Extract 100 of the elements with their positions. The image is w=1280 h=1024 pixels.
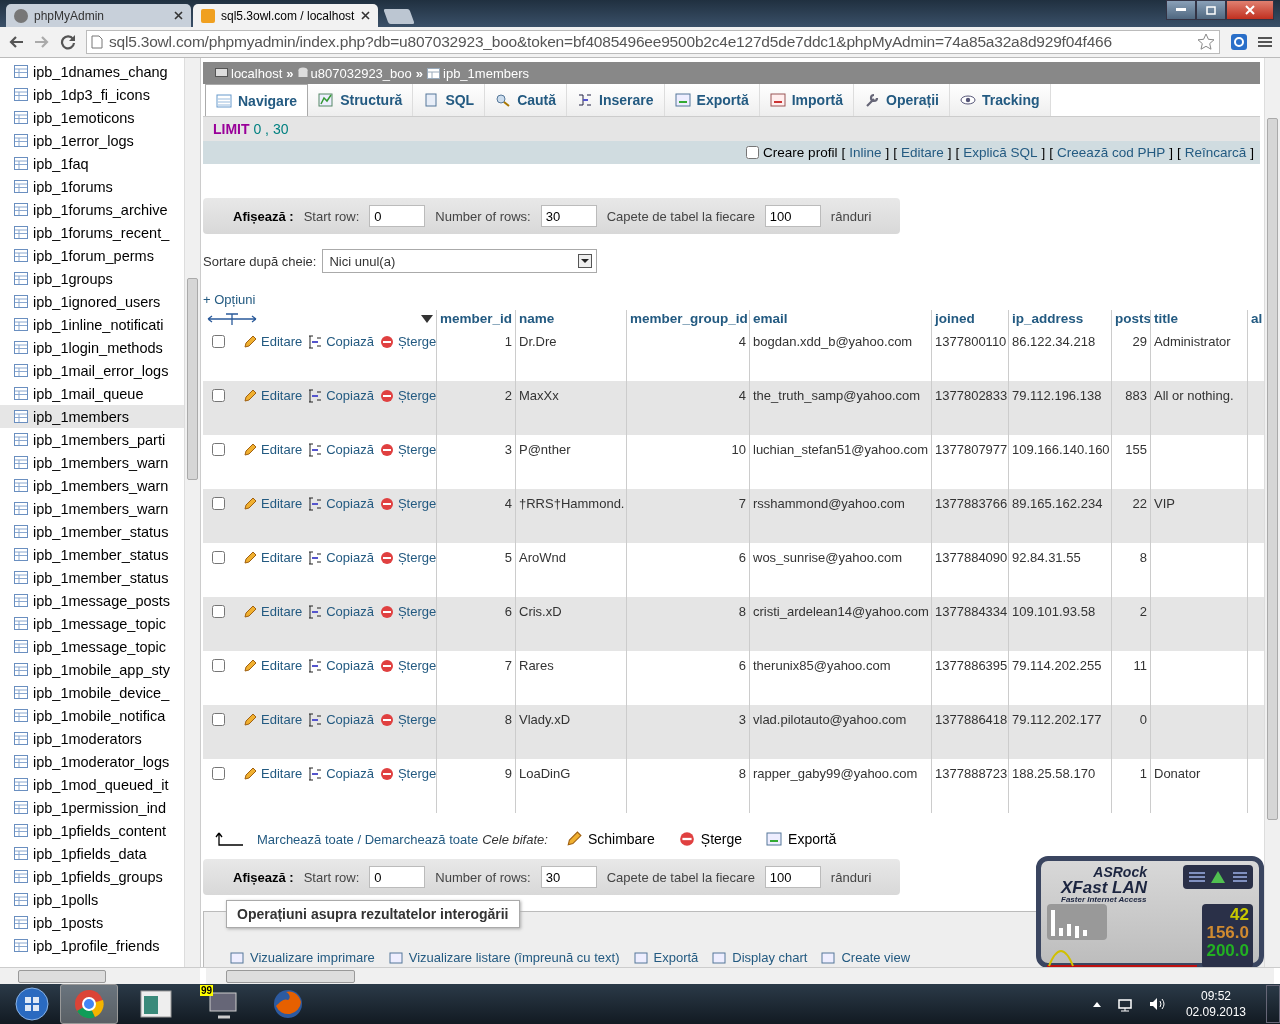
tab[interactable]: Caută [485,84,568,116]
tab[interactable]: Exportă [664,84,760,116]
row-action-link[interactable]: Șterge [379,442,437,457]
sort-dropdown[interactable]: Nici unul(a) [322,249,598,273]
options-link[interactable]: + Opțiuni [203,292,1260,307]
query-link[interactable]: Creează cod PHP [1057,145,1166,160]
tab[interactable]: Importă [759,84,855,116]
row-action-link[interactable]: Copiază [308,712,374,727]
row-action-link[interactable]: Editare [243,712,303,727]
breadcrumb-link[interactable]: ipb_1members [427,65,529,81]
query-link[interactable]: Explică SQL [963,145,1038,160]
sidebar-item[interactable]: ipb_1pfields_content [0,819,184,842]
operation-link[interactable]: Create view [821,950,911,965]
row-action-link[interactable]: Șterge [379,658,437,673]
row-action-link[interactable]: Editare [243,550,303,565]
sidebar-item[interactable]: ipb_1message_topic [0,635,184,658]
sidebar-item[interactable]: ipb_1forum_perms [0,244,184,267]
column-header-link[interactable]: email [753,311,788,326]
show-desktop-button[interactable] [1266,985,1280,1023]
bulk-action-button[interactable]: Exportă [760,831,843,847]
sidebar-item[interactable]: ipb_1permission_ind [0,796,184,819]
address-field[interactable]: sql5.3owl.com/phpmyadmin/index.php?db=u807032923_boo&token=bf4085496ee9500b2c4e127d5de7ddc1&phpMyAdmin=74a85a32a8d929f04f466 [86,30,1220,54]
operation-link[interactable]: Exportă [633,950,699,965]
row-checkbox[interactable] [212,389,225,402]
sidebar-item[interactable]: ipb_1profile_friends [0,934,184,957]
row-action-link[interactable]: Editare [243,334,303,349]
row-action-link[interactable]: Șterge [379,550,437,565]
sidebar-item[interactable]: ipb_1members_warn [0,474,184,497]
sidebar-item[interactable]: ipb_1members_warn [0,451,184,474]
tab[interactable]: Operații [854,84,950,116]
row-action-link[interactable]: Editare [243,604,303,619]
row-checkbox[interactable] [212,713,225,726]
show-hidden-icons-icon[interactable] [1091,1000,1102,1008]
taskbar-button[interactable]: 99 [194,985,250,1023]
sidebar-item[interactable]: ipb_1dp3_fi_icons [0,83,184,106]
operation-link[interactable]: Vizualizare imprimare [230,950,375,965]
sidebar-item[interactable]: ipb_1forums_archive [0,198,184,221]
sidebar-item[interactable]: ipb_1login_methods [0,336,184,359]
star-icon[interactable] [1197,33,1215,51]
sidebar-item[interactable]: ipb_1member_status [0,543,184,566]
start-row-field[interactable]: 0 [369,866,426,888]
row-action-link[interactable]: Editare [243,658,303,673]
sidebar-item[interactable]: ipb_1forums_recent_ [0,221,184,244]
row-checkbox[interactable] [212,659,225,672]
row-checkbox[interactable] [212,335,225,348]
row-action-link[interactable]: Editare [243,496,303,511]
sidebar-item[interactable]: ipb_1groups [0,267,184,290]
extension-icon[interactable] [1230,33,1248,51]
browser-tab[interactable]: phpMyAdmin [6,4,191,27]
network-icon[interactable] [1115,996,1134,1012]
sidebar-item[interactable]: ipb_1mail_error_logs [0,359,184,382]
bulk-action-button[interactable]: Schimbare [559,831,661,847]
tab[interactable]: SQL [413,84,486,116]
query-link[interactable]: Reîncarcă [1184,145,1247,160]
sidebar-item[interactable]: ipb_1mobile_notifica [0,704,184,727]
row-action-link[interactable]: Șterge [379,604,437,619]
operation-link[interactable]: Vizualizare listare (împreună cu text) [388,950,620,965]
sidebar-item[interactable]: ipb_1emoticons [0,106,184,129]
column-header-link[interactable]: al [1251,311,1263,326]
row-action-link[interactable]: Șterge [379,712,437,727]
row-action-link[interactable]: Șterge [379,334,437,349]
row-action-link[interactable]: Editare [243,442,303,457]
row-count-field[interactable]: 30 [540,205,597,227]
row-checkbox[interactable] [212,497,225,510]
row-action-link[interactable]: Copiază [308,658,374,673]
minimize-button[interactable] [1166,0,1196,20]
sidebar-item[interactable]: ipb_1posts [0,911,184,934]
row-action-link[interactable]: Copiază [308,766,374,781]
header-repeat-field[interactable]: 100 [764,866,821,888]
column-header-link[interactable]: joined [935,311,975,326]
reload-icon[interactable] [60,34,76,50]
widget-toolbar-icon[interactable] [1183,865,1253,889]
tab[interactable]: Structură [308,84,414,116]
sidebar-item[interactable]: ipb_1dnames_chang [0,60,184,83]
column-header-link[interactable]: ip_address [1012,311,1084,326]
row-action-link[interactable]: Copiază [308,496,374,511]
sidebar-item[interactable]: ipb_1members_warn [0,497,184,520]
scrollbar[interactable] [184,58,200,967]
row-action-link[interactable]: Copiază [308,388,374,403]
new-tab-button[interactable] [383,9,415,24]
sidebar-item[interactable]: ipb_1mod_queued_it [0,773,184,796]
tab[interactable]: Navigare [205,84,309,116]
menu-icon[interactable] [1258,36,1272,48]
sidebar-item[interactable]: ipb_1pfields_data [0,842,184,865]
volume-icon[interactable] [1147,996,1166,1012]
row-checkbox[interactable] [212,767,225,780]
sidebar-item[interactable]: ipb_1mobile_device_ [0,681,184,704]
row-action-link[interactable]: Șterge [379,388,437,403]
sidebar-item[interactable]: ipb_1message_posts [0,589,184,612]
sidebar-item[interactable]: ipb_1mobile_app_sty [0,658,184,681]
sidebar-item[interactable]: ipb_1member_status [0,566,184,589]
sidebar-item[interactable]: ipb_1message_topic [0,612,184,635]
sidebar-item[interactable]: ipb_1polls [0,888,184,911]
column-header-link[interactable]: title [1154,311,1178,326]
browser-tab[interactable]: sql5.3owl.com / localhost [193,4,378,27]
column-header-link[interactable]: name [519,311,555,326]
row-checkbox[interactable] [212,443,225,456]
row-action-link[interactable]: Copiază [308,442,374,457]
sidebar-item[interactable]: ipb_1moderators [0,727,184,750]
sidebar-item[interactable]: ipb_1members [0,405,184,428]
